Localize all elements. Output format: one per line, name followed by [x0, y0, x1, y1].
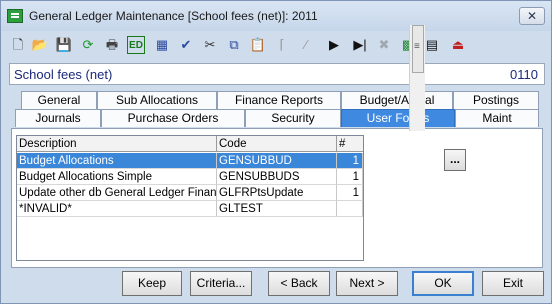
- record-code: 0110: [510, 67, 538, 82]
- record-name: School fees (net): [14, 67, 113, 82]
- tab-security[interactable]: Security: [245, 109, 341, 127]
- general-ledger-window: General Ledger Maintenance [School fees …: [0, 0, 552, 304]
- cell-description: Budget Allocations Simple: [17, 169, 217, 185]
- exit-button[interactable]: Exit: [482, 271, 544, 296]
- cell-description: *INVALID*: [17, 201, 217, 217]
- record-header: School fees (net) 0110: [9, 63, 545, 85]
- cell-number: [337, 201, 363, 217]
- title-bar[interactable]: General Ledger Maintenance [School fees …: [1, 1, 551, 31]
- delete-icon[interactable]: ✖: [375, 36, 393, 54]
- table-row[interactable]: *INVALID* GLTEST: [17, 201, 363, 217]
- cell-code: GENSUBBUDS: [217, 169, 337, 185]
- cut-icon[interactable]: ✂: [201, 36, 219, 54]
- tab-sub-allocations[interactable]: Sub Allocations: [97, 91, 217, 109]
- column-header-code[interactable]: Code: [217, 136, 337, 152]
- new-document-icon[interactable]: 🗋: [9, 36, 27, 54]
- column-header-number[interactable]: #: [337, 136, 363, 152]
- next-record-icon[interactable]: ▶: [325, 36, 343, 54]
- tab-finance-reports[interactable]: Finance Reports: [217, 91, 341, 109]
- window-title: General Ledger Maintenance [School fees …: [29, 9, 318, 23]
- cell-description: Budget Allocations: [17, 153, 217, 169]
- tab-maint[interactable]: Maint: [455, 109, 539, 127]
- refresh-icon[interactable]: ⟳: [79, 36, 97, 54]
- previous-record-icon[interactable]: ⁄: [297, 36, 315, 54]
- tab-budget-actual[interactable]: Budget/Actual: [341, 91, 453, 109]
- user-forms-grid[interactable]: Description Code # Budget Allocations GEN…: [16, 135, 364, 261]
- edit-icon[interactable]: ED: [127, 36, 145, 54]
- film-icon[interactable]: ▤: [423, 36, 441, 54]
- last-record-icon[interactable]: ▶|: [351, 36, 369, 54]
- ok-button[interactable]: OK: [412, 271, 474, 296]
- scrollbar-thumb[interactable]: [412, 25, 424, 73]
- criteria-button[interactable]: Criteria...: [190, 271, 252, 296]
- print-icon[interactable]: 🖶: [103, 36, 121, 54]
- column-header-description[interactable]: Description: [17, 136, 217, 152]
- next-button[interactable]: Next >: [336, 271, 398, 296]
- cell-code: GLTEST: [217, 201, 337, 217]
- toolbar: 🗋 📂 💾 ⟳ 🖶 ED ▦ ✔ ✂ ⧉ 📋 ⌈ ⁄ ▶ ▶| ✖ ▩ ▤ ⏏: [7, 34, 547, 56]
- cell-number: 1: [337, 169, 363, 185]
- cell-number: 1: [337, 153, 363, 169]
- tab-purchase-orders[interactable]: Purchase Orders: [101, 109, 245, 127]
- cell-code: GENSUBBUD: [217, 153, 337, 169]
- save-exit-icon[interactable]: ⏏: [449, 36, 467, 54]
- tab-user-forms[interactable]: User Forms: [341, 109, 455, 127]
- first-record-icon[interactable]: ⌈: [273, 36, 291, 54]
- tab-strip: General Sub Allocations Finance Reports …: [15, 91, 539, 129]
- tab-general[interactable]: General: [21, 91, 97, 109]
- grid-header: Description Code #: [17, 136, 363, 152]
- keep-button[interactable]: Keep: [122, 271, 182, 296]
- back-button[interactable]: < Back: [268, 271, 330, 296]
- cell-description: Update other db General Ledger Finance: [17, 185, 217, 201]
- table-row[interactable]: Update other db General Ledger Finance GL…: [17, 185, 363, 201]
- table-row[interactable]: Budget Allocations Simple GENSUBBUDS 1: [17, 169, 363, 185]
- paste-icon[interactable]: 📋: [249, 36, 267, 54]
- user-forms-panel: Description Code # Budget Allocations GEN…: [11, 128, 543, 268]
- ellipsis-button[interactable]: ...: [444, 149, 466, 171]
- cell-code: GLFRPtsUpdate: [217, 185, 337, 201]
- close-button[interactable]: ✕: [519, 7, 545, 25]
- tab-postings[interactable]: Postings: [453, 91, 539, 109]
- open-folder-icon[interactable]: 📂: [31, 36, 49, 54]
- calculator-icon[interactable]: ▦: [153, 36, 171, 54]
- copy-icon[interactable]: ⧉: [225, 36, 243, 54]
- tab-journals[interactable]: Journals: [15, 109, 101, 127]
- grid-scrollbar[interactable]: [409, 25, 425, 131]
- table-row[interactable]: Budget Allocations GENSUBBUD 1: [17, 153, 363, 169]
- cell-number: 1: [337, 185, 363, 201]
- spellcheck-icon[interactable]: ✔: [177, 36, 195, 54]
- save-icon[interactable]: 💾: [55, 36, 73, 54]
- app-icon: [7, 9, 23, 23]
